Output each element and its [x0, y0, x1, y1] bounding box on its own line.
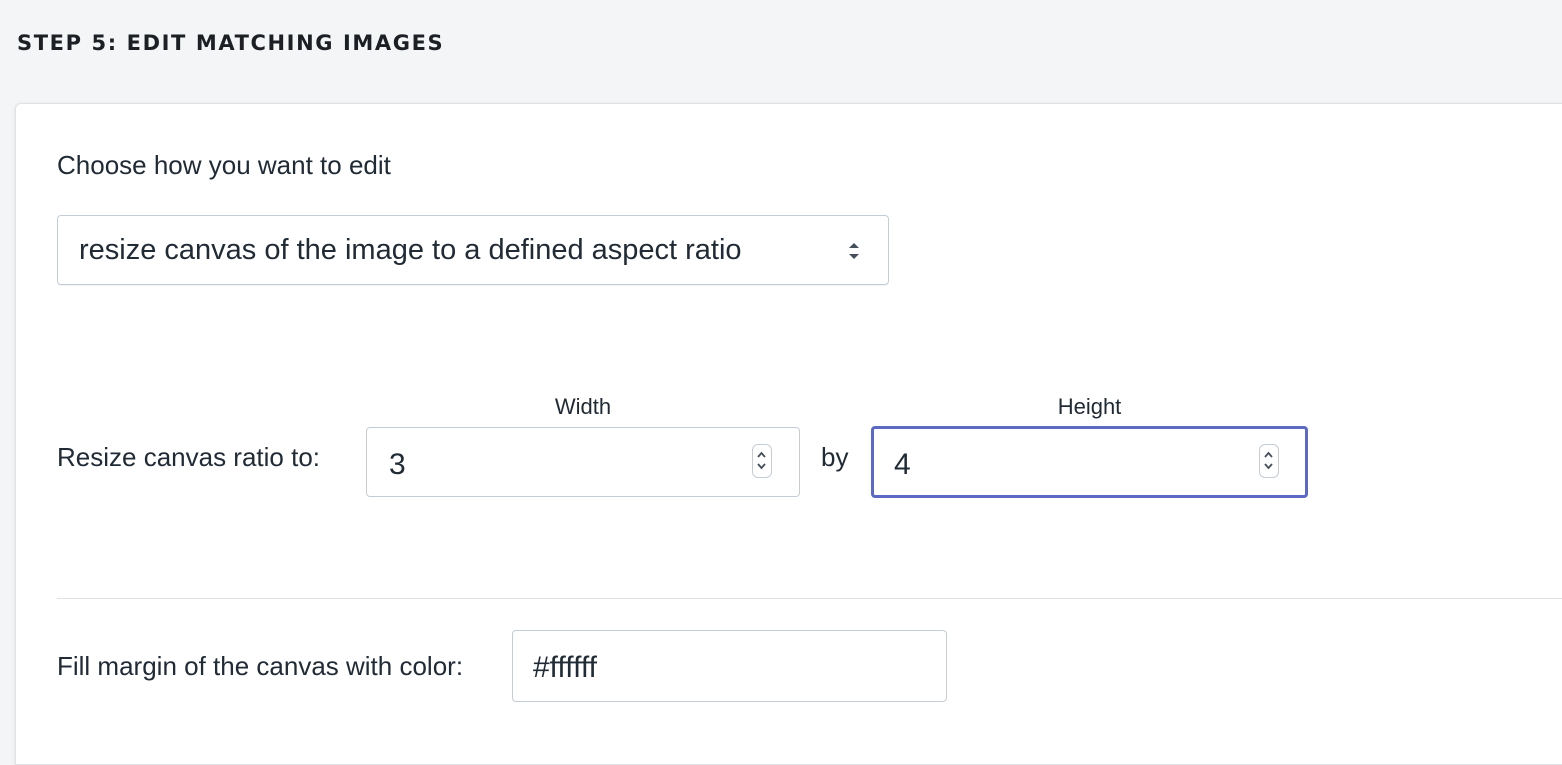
width-label: Width: [554, 394, 612, 419]
section-divider: [57, 598, 1562, 599]
edit-mode-selected-value: resize canvas of the image to a defined …: [79, 234, 742, 266]
width-input-value: 3: [389, 448, 406, 481]
width-stepper[interactable]: [752, 444, 772, 478]
fill-color-value: #ffffff: [533, 651, 597, 684]
width-input[interactable]: 3: [366, 427, 800, 497]
stepper-chevron-icon: [1264, 451, 1273, 470]
height-input[interactable]: 4: [871, 426, 1308, 498]
edit-mode-label: Choose how you want to edit: [57, 150, 391, 180]
height-label: Height: [1057, 394, 1122, 419]
edit-mode-select[interactable]: resize canvas of the image to a defined …: [57, 215, 889, 285]
height-stepper[interactable]: [1259, 444, 1279, 478]
fill-color-label: Fill margin of the canvas with color:: [57, 651, 464, 681]
up-down-chevron-icon: [849, 243, 859, 259]
resize-ratio-label: Resize canvas ratio to:: [57, 442, 321, 472]
by-label: by: [821, 442, 849, 472]
step-title: STEP 5: EDIT MATCHING IMAGES: [17, 31, 445, 55]
stepper-chevron-icon: [757, 451, 766, 470]
height-input-value: 4: [894, 448, 911, 481]
fill-color-input[interactable]: #ffffff: [512, 630, 947, 702]
edit-card: Choose how you want to edit resize canva…: [15, 103, 1562, 765]
